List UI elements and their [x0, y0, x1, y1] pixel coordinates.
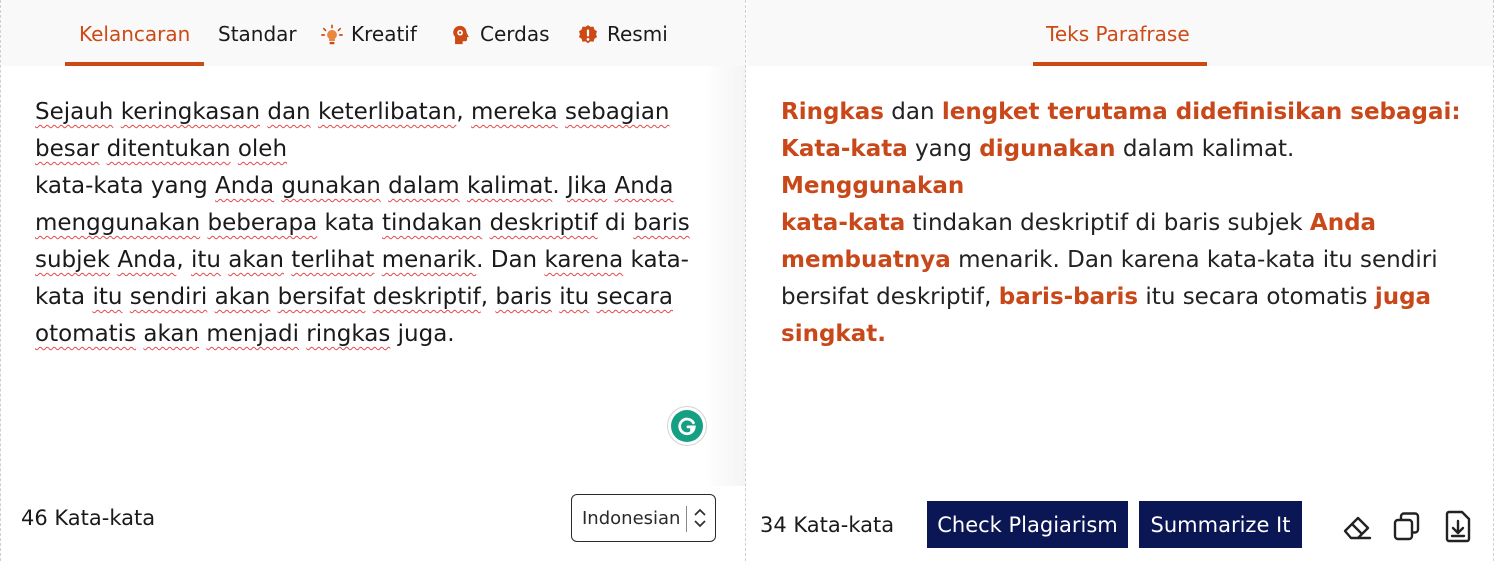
grammarly-icon	[671, 410, 703, 442]
output-tabbar: Teks Parafrase	[747, 0, 1493, 66]
tab-cerdas[interactable]: Cerdas	[450, 22, 550, 66]
select-arrows-icon	[694, 508, 706, 528]
input-line: otomatis akan menjadi ringkas juga.	[35, 321, 455, 347]
active-tab-underline	[1033, 62, 1207, 66]
tab-teks-parafrase[interactable]: Teks Parafrase	[1046, 22, 1190, 66]
mode-tabbar: Kelancaran Standar Kreatif Cerdas Resmi	[1, 0, 745, 66]
brain-head-icon	[453, 25, 469, 45]
download-icon[interactable]	[1441, 508, 1475, 544]
tab-resmi[interactable]: Resmi	[577, 22, 668, 66]
tab-label: Standar	[218, 22, 297, 46]
input-text-editor[interactable]: Sejauh keringkasan dan keterlibatan, mer…	[35, 94, 705, 353]
output-line: Kata-kata yang digunakan dalam kalimat. …	[781, 136, 1295, 199]
scroll-shade	[705, 66, 745, 486]
language-select-value: Indonesian	[582, 507, 681, 529]
output-pane: Teks Parafrase Ringkas dan lengket terut…	[747, 0, 1494, 561]
input-pane: Kelancaran Standar Kreatif Cerdas Resmi …	[0, 0, 746, 561]
language-select[interactable]: Indonesian	[571, 494, 716, 542]
input-line: menggunakan beberapa kata tindakan deskr…	[35, 210, 690, 236]
output-line: bersifat deskriptif, baris-baris itu sec…	[781, 284, 1432, 310]
info-badge-icon	[579, 25, 597, 44]
output-line: Ringkas dan lengket terutama didefinisik…	[781, 99, 1461, 125]
check-plagiarism-button[interactable]: Check Plagiarism	[927, 501, 1128, 548]
select-divider	[686, 506, 687, 532]
tab-label: Resmi	[607, 22, 668, 46]
tab-kelancaran[interactable]: Kelancaran	[79, 22, 190, 66]
input-line: subjek Anda, itu akan terlihat menarik. …	[35, 247, 689, 273]
tab-label: Teks Parafrase	[1046, 22, 1190, 46]
grammarly-button[interactable]	[667, 406, 707, 446]
output-line: membuatnya menarik. Dan karena kata-kata…	[781, 247, 1438, 273]
lightbulb-icon	[321, 24, 343, 45]
output-line: singkat.	[781, 321, 886, 347]
input-line: besar ditentukan oleh	[35, 136, 288, 162]
output-word-count: 34 Kata-kata	[760, 513, 895, 537]
tab-kreatif[interactable]: Kreatif	[321, 22, 417, 66]
input-line: kata itu sendiri akan bersifat deskripti…	[35, 284, 673, 310]
tab-label: Cerdas	[480, 22, 550, 46]
summarize-button[interactable]: Summarize It	[1139, 501, 1302, 548]
input-line: kata-kata yang Anda gunakan dalam kalima…	[35, 173, 674, 199]
eraser-icon[interactable]	[1340, 508, 1374, 544]
paraphrased-text: Ringkas dan lengket terutama didefinisik…	[781, 94, 1461, 353]
tab-label: Kreatif	[351, 22, 417, 46]
copy-icon[interactable]	[1391, 508, 1425, 544]
tab-label: Kelancaran	[79, 22, 191, 46]
active-tab-underline	[65, 62, 204, 66]
input-line: Sejauh keringkasan dan keterlibatan, mer…	[35, 99, 670, 125]
tab-standar[interactable]: Standar	[218, 22, 297, 66]
output-line: kata-kata tindakan deskriptif di baris s…	[781, 210, 1377, 236]
input-word-count: 46 Kata-kata	[21, 506, 156, 530]
